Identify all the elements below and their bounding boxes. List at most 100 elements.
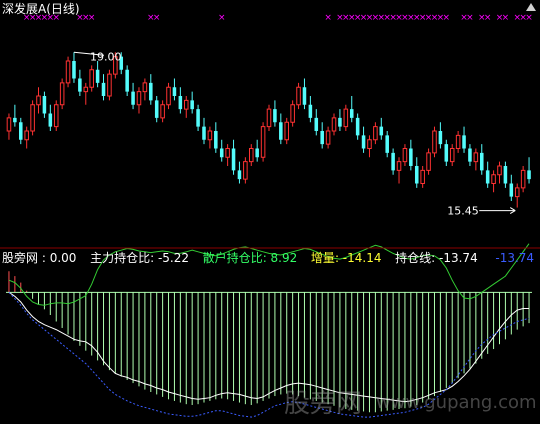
candle-body xyxy=(248,148,254,163)
candle-body xyxy=(72,61,76,79)
candle-body xyxy=(509,183,514,197)
indicator-name-value: : 0.00 xyxy=(41,251,77,265)
candle-body xyxy=(172,87,177,96)
candle-body xyxy=(479,152,484,171)
candle-body xyxy=(338,117,342,127)
candle-body xyxy=(196,109,200,127)
candle-body xyxy=(190,100,194,110)
period-label: (日线) xyxy=(46,2,80,16)
indicator-name: 股旁网 xyxy=(2,251,39,265)
candle-body xyxy=(131,91,135,105)
candle-body xyxy=(142,82,148,93)
low-annotation-label: 15.45 xyxy=(447,205,479,218)
candle-body xyxy=(302,87,307,105)
candle-body xyxy=(497,165,502,176)
candle-body xyxy=(19,122,23,140)
candle-body xyxy=(24,130,29,141)
candle-body xyxy=(13,117,17,123)
candle-body xyxy=(107,73,112,97)
tail-value: -13.74 xyxy=(495,251,535,265)
signal-marker: × xyxy=(484,13,492,23)
zlccb-value: -5.22 xyxy=(157,251,190,265)
candle-body xyxy=(266,108,272,128)
signal-marker: × xyxy=(466,13,474,23)
candle-body xyxy=(178,96,183,110)
watermark-cn: 股旁网 xyxy=(284,389,363,419)
candle-body xyxy=(420,169,425,184)
candle-body xyxy=(320,131,324,145)
candle-body xyxy=(95,69,100,83)
candle-body xyxy=(503,166,508,184)
candle-body xyxy=(520,169,526,189)
candle-body xyxy=(432,130,437,154)
candle-body xyxy=(89,69,94,88)
candle-body xyxy=(225,148,230,158)
watermark-url: www.gupang.com xyxy=(376,392,537,413)
candle-body xyxy=(136,91,142,106)
candle-body xyxy=(237,170,242,180)
indicator-header: 股旁网 : 0.00 主力持仓比: -5.22 散户持仓比: 8.92 增量: … xyxy=(2,251,535,265)
candle-body xyxy=(455,134,461,149)
candle-body xyxy=(409,148,413,166)
candle-body xyxy=(414,166,419,184)
stock-chart[interactable]: ×××××× ××× ×× × × ××××××××××××××××××× ×× ×× ×× ××… xyxy=(0,0,540,424)
candle-body xyxy=(260,126,266,158)
candle-body xyxy=(83,86,89,93)
candle-body xyxy=(78,78,82,92)
candle-body xyxy=(59,82,65,106)
candle-body xyxy=(284,121,290,141)
candle-body xyxy=(468,148,472,162)
candle-body xyxy=(243,161,248,180)
candle-body xyxy=(473,152,479,163)
candle-body xyxy=(48,113,53,127)
signal-marker: × xyxy=(218,13,226,23)
stock-name: 深发展A xyxy=(2,2,47,16)
candle-body xyxy=(462,135,466,149)
zl-label: 增量 xyxy=(310,251,335,265)
candle-body xyxy=(183,99,189,110)
candle-body xyxy=(349,109,354,118)
candle-body xyxy=(379,126,384,136)
candle-body xyxy=(36,95,41,106)
candle-body xyxy=(325,130,331,145)
candle-body xyxy=(491,174,496,184)
candle-body xyxy=(449,148,455,163)
candle-body xyxy=(231,148,236,171)
candle-body xyxy=(53,104,59,128)
candle-body xyxy=(101,82,106,96)
candle-body xyxy=(149,82,153,101)
candle-body xyxy=(296,86,301,106)
candle-body xyxy=(385,135,389,153)
zlccb-label: 主力持仓比 xyxy=(90,251,151,265)
candle-body xyxy=(166,86,171,106)
candle-body xyxy=(214,131,218,149)
signal-marker: × xyxy=(443,13,451,23)
signal-marker: × xyxy=(525,13,533,23)
ccx-value: -13.74 xyxy=(439,251,478,265)
high-annotation-label: 19.00 xyxy=(90,50,122,63)
candle-body xyxy=(279,122,283,140)
candle-body xyxy=(308,104,313,118)
zl-value: -14.14 xyxy=(342,251,382,265)
price-pane: ×××××× ××× ×× × × ××××××××××××××××××× ×× ×× ×× ××… xyxy=(6,13,533,218)
candle-body xyxy=(255,148,259,158)
candle-body xyxy=(426,152,431,171)
ccx-label: 持仓线 xyxy=(395,251,432,265)
candle-body xyxy=(160,104,165,119)
candle-body xyxy=(125,69,129,92)
candle-body xyxy=(438,131,443,145)
candle-body xyxy=(6,117,12,132)
shccb-value: 8.92 xyxy=(270,251,298,265)
candle-body xyxy=(373,126,378,141)
candle-body xyxy=(331,117,337,132)
candle-body xyxy=(527,170,531,180)
candle-body xyxy=(343,108,349,128)
candle-body xyxy=(65,60,71,84)
signal-marker: × xyxy=(324,13,332,23)
settings-icon[interactable] xyxy=(526,3,536,11)
candle-body xyxy=(273,109,277,123)
stock-title: 深发展A(日线) xyxy=(2,2,80,16)
candle-body xyxy=(355,117,360,136)
candle-body xyxy=(402,148,408,163)
candle-body xyxy=(314,117,319,131)
